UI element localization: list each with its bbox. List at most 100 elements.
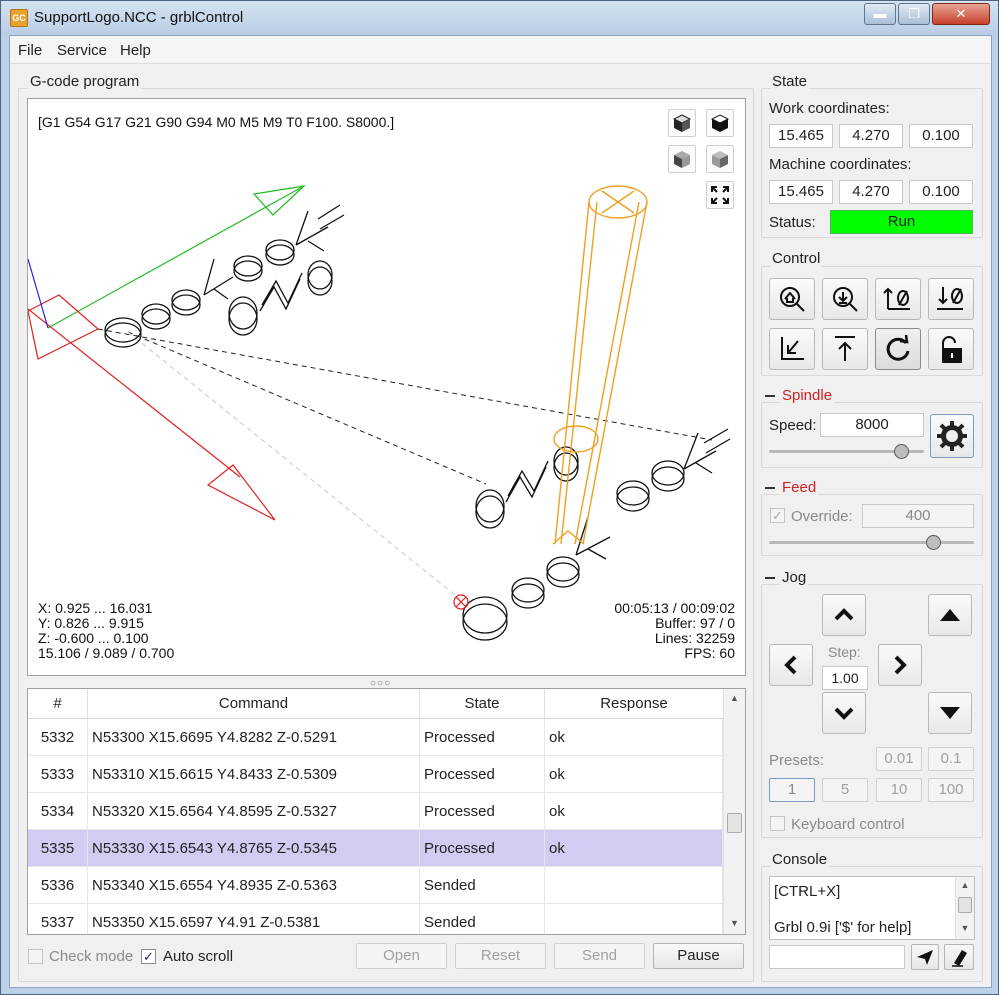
home-icon (780, 287, 805, 312)
keyboard-control-checkbox[interactable] (770, 816, 785, 831)
scroll-thumb[interactable] (727, 813, 742, 833)
console-scrollbar[interactable]: ▲ ▼ (955, 877, 974, 939)
close-button[interactable]: ✕ (932, 3, 990, 25)
cell-num: 5332 (28, 719, 88, 756)
menu-help[interactable]: Help (120, 42, 151, 59)
scroll-down-icon[interactable]: ▼ (724, 918, 745, 928)
console-line: [CTRL+X] (774, 883, 841, 900)
scroll-down-icon[interactable]: ▼ (956, 923, 974, 933)
table-row[interactable]: 5337 N53350 X15.6597 Y4.91 Z-0.5381 Sended (28, 904, 723, 934)
preset-1-button[interactable]: 1 (769, 778, 815, 802)
work-x-field: 15.465 (769, 124, 833, 148)
column-header-command[interactable]: Command (88, 689, 420, 719)
table-row[interactable]: 5334 N53320 X15.6564 Y4.8595 Z-0.5327 Proc… (28, 793, 723, 830)
feed-group-title[interactable]: Feed (780, 479, 819, 496)
table-row[interactable]: 5332 N53300 X15.6695 Y4.8282 Z-0.5291 Proc… (28, 719, 723, 756)
zero-probe-button[interactable] (822, 278, 868, 320)
minimize-button[interactable]: ▬ (864, 3, 896, 25)
cell-state: Processed (420, 756, 545, 793)
triangle-up-icon (940, 609, 960, 621)
column-header-state[interactable]: State (420, 689, 545, 719)
jog-y-minus-button[interactable] (822, 692, 866, 734)
feed-override-input[interactable]: 400 (862, 504, 974, 528)
open-button[interactable]: Open (356, 943, 447, 969)
status-label: Status: (769, 214, 816, 231)
eraser-icon (952, 950, 967, 967)
preset-0-01-button[interactable]: 0.01 (876, 747, 922, 771)
step-input[interactable]: 1.00 (822, 666, 868, 690)
jog-z-minus-button[interactable] (928, 692, 972, 734)
check-mode-checkbox[interactable] (28, 949, 43, 964)
menu-file[interactable]: File (18, 42, 42, 59)
scroll-up-icon[interactable]: ▲ (724, 693, 745, 703)
console-output[interactable]: [CTRL+X] Grbl 0.9i ['$' for help] ▲ ▼ (769, 876, 975, 940)
table-header: # Command State Response (28, 689, 723, 719)
send-button[interactable]: Send (554, 943, 645, 969)
table-row[interactable]: 5335 N53330 X15.6543 Y4.8765 Z-0.5345 Proc… (28, 830, 723, 867)
unlock-icon (942, 336, 962, 363)
origin-marker (453, 594, 469, 610)
gcode-table[interactable]: # Command State Response 5332 N53300 X15.… (27, 688, 746, 935)
unlock-button[interactable] (928, 328, 974, 370)
safe-position-button[interactable] (822, 328, 868, 370)
view-front-button[interactable] (668, 145, 696, 173)
preset-5-button[interactable]: 5 (822, 778, 868, 802)
maximize-button[interactable]: ❐ (898, 3, 930, 25)
table-row[interactable]: 5336 N53340 X15.6554 Y4.8935 Z-0.5363 Send… (28, 867, 723, 904)
view-fit-button[interactable] (706, 181, 734, 209)
preset-10-button[interactable]: 10 (876, 778, 922, 802)
soft-reset-button[interactable] (875, 328, 921, 370)
reset-button[interactable]: Reset (455, 943, 546, 969)
cell-state: Processed (420, 830, 545, 867)
spindle-group-title[interactable]: Spindle (780, 387, 835, 404)
cell-command: N53340 X15.6554 Y4.8935 Z-0.5363 (88, 867, 420, 904)
gcode-3d-viewport[interactable]: [G1 G54 G17 G21 G90 G94 M0 M5 M9 T0 F100… (27, 98, 746, 676)
column-header-num[interactable]: # (28, 689, 88, 719)
console-command-input[interactable] (769, 945, 905, 969)
view-top-button[interactable] (706, 109, 734, 137)
zero-z-button[interactable] (928, 278, 974, 320)
view-left-button[interactable] (706, 145, 734, 173)
table-row[interactable]: 5333 N53310 X15.6615 Y4.8433 Z-0.5309 Proc… (28, 756, 723, 793)
feed-override-checkbox[interactable]: ✓ (770, 508, 785, 523)
view-isometric-button[interactable] (668, 109, 696, 137)
auto-scroll-checkbox[interactable]: ✓ (141, 949, 156, 964)
column-header-response[interactable]: Response (545, 689, 723, 719)
console-clear-button[interactable] (944, 944, 974, 970)
jog-x-plus-button[interactable] (878, 644, 922, 686)
preset-0-1-button[interactable]: 0.1 (928, 747, 974, 771)
cube-iso-icon (672, 114, 692, 132)
scroll-thumb[interactable] (958, 897, 972, 913)
gcode-group-title: G-code program (28, 73, 142, 90)
state-group-title: State (770, 73, 810, 90)
jog-x-minus-button[interactable] (769, 644, 813, 686)
feed-collapse-icon[interactable] (765, 487, 775, 489)
feed-slider-knob[interactable] (926, 535, 941, 550)
preset-100-button[interactable]: 100 (928, 778, 974, 802)
spindle-speed-input[interactable]: 8000 (820, 413, 924, 437)
zero-xy-button[interactable] (875, 278, 921, 320)
scroll-up-icon[interactable]: ▲ (956, 880, 974, 890)
cell-state: Sended (420, 867, 545, 904)
cell-num: 5336 (28, 867, 88, 904)
jog-z-plus-button[interactable] (928, 594, 972, 636)
spindle-collapse-icon[interactable] (765, 395, 775, 397)
chevron-up-icon (834, 608, 854, 621)
jog-collapse-icon[interactable] (765, 577, 775, 579)
cell-response: ok (545, 830, 723, 867)
status-badge: Run (830, 210, 973, 234)
cell-num: 5337 (28, 904, 88, 934)
feed-slider-track[interactable] (769, 541, 974, 544)
table-scrollbar[interactable]: ▲ ▼ (723, 689, 745, 934)
spindle-toggle-button[interactable] (930, 414, 974, 458)
jog-y-plus-button[interactable] (822, 594, 866, 636)
restore-origin-button[interactable] (769, 328, 815, 370)
pause-button[interactable]: Pause (653, 943, 744, 969)
cell-command: N53350 X15.6597 Y4.91 Z-0.5381 (88, 904, 420, 934)
home-button[interactable] (769, 278, 815, 320)
spindle-slider-knob[interactable] (893, 444, 909, 459)
console-send-button[interactable] (911, 944, 939, 970)
menu-service[interactable]: Service (57, 42, 107, 59)
cell-response (545, 904, 723, 934)
jog-group-title[interactable]: Jog (780, 569, 809, 586)
